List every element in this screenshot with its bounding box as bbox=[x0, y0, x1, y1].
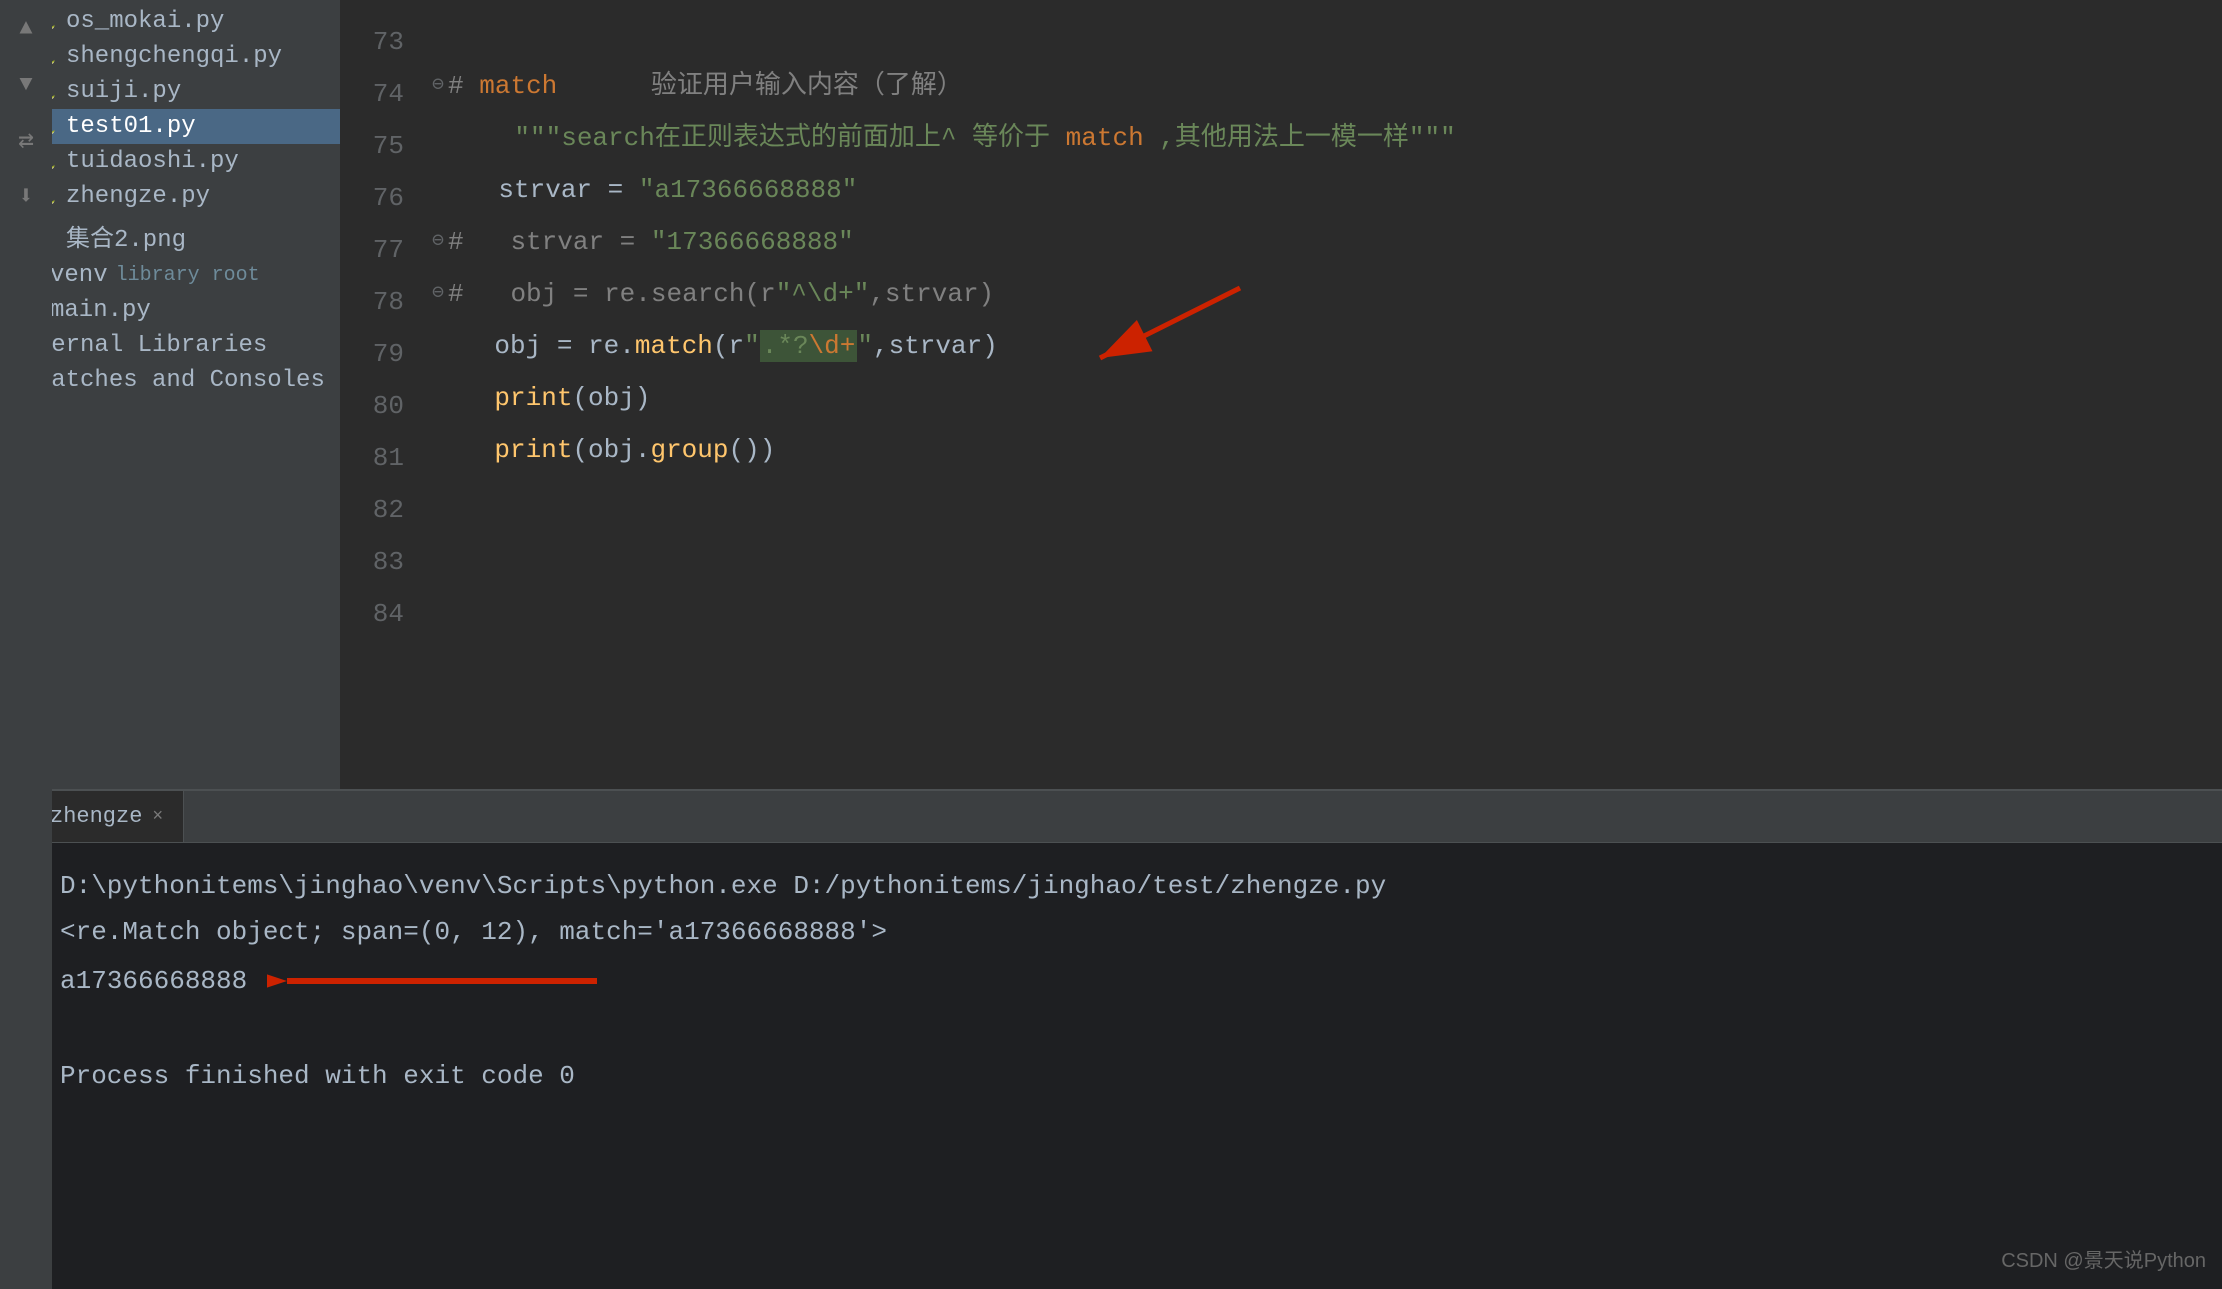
sidebar-item-label: 集合2.png bbox=[66, 218, 186, 254]
terminal-line-path: D:\pythonitems\jinghao\venv\Scripts\pyth… bbox=[60, 863, 2202, 909]
sidebar-item-label: tuidaoshi.py bbox=[66, 148, 239, 175]
terminal-line-finished: Process finished with exit code 0 bbox=[60, 1053, 2202, 1099]
code-line-83 bbox=[432, 528, 2222, 580]
fold-icon[interactable]: ⊖ bbox=[432, 60, 444, 112]
tab-close-button[interactable]: × bbox=[152, 807, 163, 827]
code-text: obj = re.match(r".*?\d+",strvar) bbox=[432, 320, 998, 372]
terminal-line-empty bbox=[60, 1007, 2202, 1053]
result-text: a17366668888 bbox=[60, 958, 247, 1004]
bottom-tab-bar: 🐍 zhengze × bbox=[0, 791, 2222, 843]
terminal-arrow bbox=[267, 955, 607, 1007]
bottom-panel: 🐍 zhengze × ▲ ▼ ⇄ ⬇ D:\pythonitems\jingh… bbox=[0, 789, 2222, 1289]
code-text: strvar = "a17366668888" bbox=[432, 164, 857, 216]
code-content[interactable]: ⊖ # match 验证用户输入内容（了解） """search在正则表达式的前… bbox=[420, 0, 2222, 789]
terminal-content: D:\pythonitems\jinghao\venv\Scripts\pyth… bbox=[0, 843, 2222, 1119]
terminal-line-match-object: <re.Match object; span=(0, 12), match='a… bbox=[60, 909, 2202, 955]
sidebar-item-label: venv bbox=[50, 262, 108, 289]
sidebar-item-label: Scratches and Consoles bbox=[8, 367, 325, 394]
terminal-line-result: a17366668888 bbox=[60, 955, 2202, 1007]
sidebar-item-sublabel: library root bbox=[116, 264, 260, 287]
code-line-79: obj = re.match(r".*?\d+",strvar) bbox=[432, 320, 2222, 372]
code-line-81: print(obj.group()) bbox=[432, 424, 2222, 476]
code-text: print(obj.group()) bbox=[432, 424, 775, 476]
terminal-with-sidebar: ▲ ▼ ⇄ ⬇ D:\pythonitems\jinghao\venv\Scri… bbox=[0, 843, 2222, 1289]
editor-area: 73 74 75 76 77 78 79 80 81 82 83 84 bbox=[340, 0, 2222, 789]
sidebar-item-label: os_mokai.py bbox=[66, 8, 224, 35]
code-comment: # obj = re.search(r"^\d+",strvar) bbox=[448, 268, 994, 320]
line-numbers: 73 74 75 76 77 78 79 80 81 82 83 84 bbox=[340, 0, 420, 789]
sidebar-item-label: suiji.py bbox=[66, 78, 181, 105]
main-area: 🐍 os_mokai.py 🐍 shengchengqi.py 🐍 suiji.… bbox=[0, 0, 2222, 789]
code-line-82 bbox=[432, 476, 2222, 528]
code-line-78: ⊖ # obj = re.search(r"^\d+",strvar) bbox=[432, 268, 2222, 320]
tab-label: zhengze bbox=[50, 804, 142, 829]
code-string: """search在正则表达式的前面加上^ 等价于 match ,其他用法上一模… bbox=[452, 112, 1456, 164]
sidebar-item-label: test01.py bbox=[66, 113, 196, 140]
code-line-73 bbox=[432, 8, 2222, 60]
code-comment: # match 验证用户输入内容（了解） bbox=[448, 60, 963, 112]
code-line-75: """search在正则表达式的前面加上^ 等价于 match ,其他用法上一模… bbox=[432, 112, 2222, 164]
watermark: CSDN @景天说Python bbox=[2001, 1244, 2206, 1273]
code-text: print(obj) bbox=[432, 372, 650, 424]
code-line-84 bbox=[432, 580, 2222, 632]
sidebar-item-label: main.py bbox=[50, 297, 151, 324]
code-line-77: ⊖ # strvar = "17366668888" bbox=[432, 216, 2222, 268]
code-container: 73 74 75 76 77 78 79 80 81 82 83 84 bbox=[340, 0, 2222, 789]
sidebar-item-label: zhengze.py bbox=[66, 183, 210, 210]
code-line-80: print(obj) bbox=[432, 372, 2222, 424]
code-line-74: ⊖ # match 验证用户输入内容（了解） bbox=[432, 60, 2222, 112]
code-comment: # strvar = "17366668888" bbox=[448, 216, 854, 268]
code-line-76: strvar = "a17366668888" bbox=[432, 164, 2222, 216]
fold-icon[interactable]: ⊖ bbox=[432, 216, 444, 268]
sidebar-item-label: shengchengqi.py bbox=[66, 43, 282, 70]
fold-icon[interactable]: ⊖ bbox=[432, 268, 444, 320]
terminal-main: D:\pythonitems\jinghao\venv\Scripts\pyth… bbox=[0, 843, 2222, 1289]
